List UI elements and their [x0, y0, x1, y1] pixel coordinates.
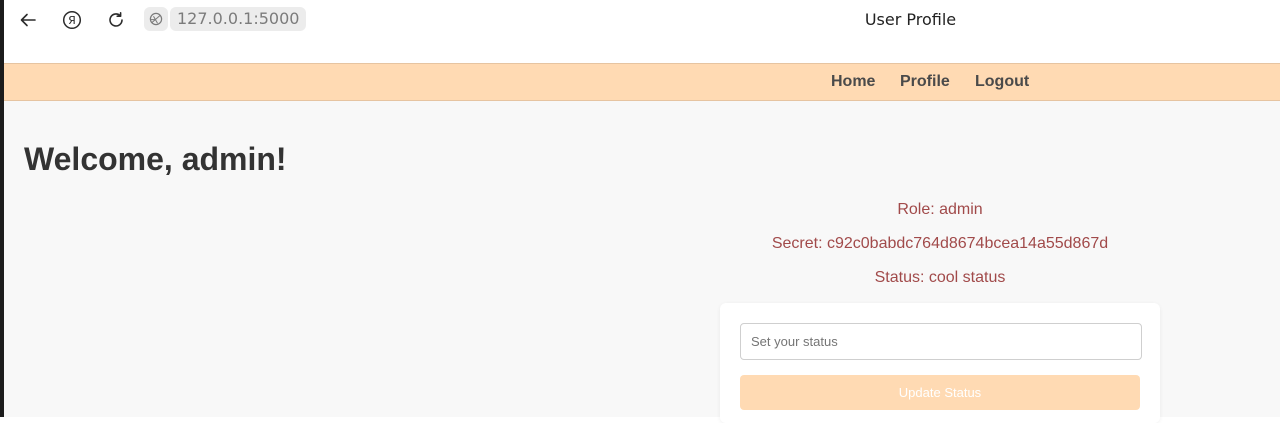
reload-icon [109, 12, 123, 27]
role-text: Role: admin [897, 201, 983, 218]
page-content: Welcome, admin! Role: admin Secret: c92c… [4, 101, 1280, 423]
yandex-icon: Я [62, 10, 82, 30]
update-status-button[interactable]: Update Status [740, 375, 1140, 410]
reload-button[interactable] [104, 8, 128, 32]
tab-title: User Profile [864, 10, 957, 29]
site-navbar: Home Profile Logout [4, 63, 1280, 101]
status-form-card: Update Status [720, 303, 1160, 423]
page-title: Welcome, admin! [24, 141, 287, 177]
nav-profile-link[interactable]: Profile [900, 73, 950, 91]
back-button[interactable] [16, 8, 40, 32]
status-text: Status: cool status [874, 269, 1006, 286]
site-info-button[interactable] [144, 7, 168, 31]
secret-text: Secret: c92c0babdc764d8674bcea14a55d867d [771, 235, 1109, 252]
url-text[interactable]: 127.0.0.1:5000 [170, 7, 307, 31]
status-input[interactable] [740, 323, 1142, 360]
svg-text:Я: Я [68, 14, 76, 27]
browser-toolbar: Я 127.0.0.1:5000 User Profile [4, 0, 1280, 63]
address-bar[interactable]: 127.0.0.1:5000 [144, 7, 307, 31]
yandex-button[interactable]: Я [60, 8, 84, 32]
nav-logout-link[interactable]: Logout [975, 73, 1029, 91]
site-info-icon [149, 12, 163, 26]
nav-home-link[interactable]: Home [831, 73, 875, 91]
back-arrow-icon [20, 13, 36, 27]
